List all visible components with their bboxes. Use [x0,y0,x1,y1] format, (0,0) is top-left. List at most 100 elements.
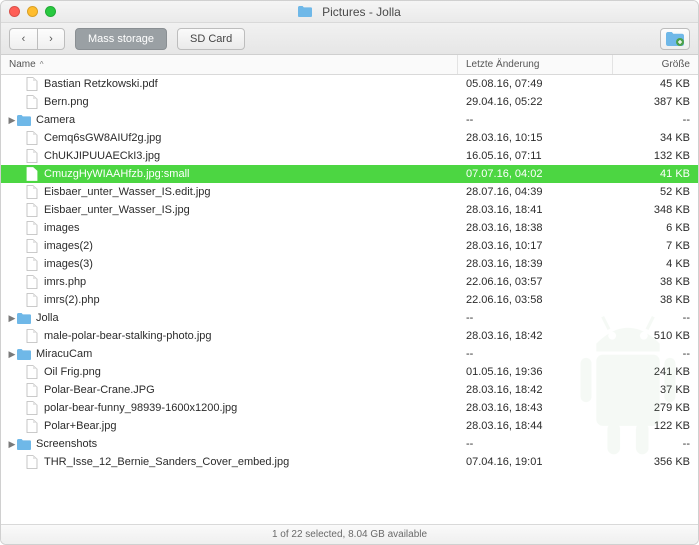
file-size: 348 KB [613,204,698,216]
disclosure-triangle-icon[interactable]: ▶ [7,439,17,450]
file-row[interactable]: Eisbaer_unter_Wasser_IS.jpg28.03.16, 18:… [1,201,698,219]
tab-sd-card[interactable]: SD Card [177,28,245,50]
file-icon [25,95,39,109]
file-row[interactable]: THR_Isse_12_Bernie_Sanders_Cover_embed.j… [1,453,698,471]
file-row[interactable]: ChUKJIPUUAECkI3.jpg16.05.16, 07:11132 KB [1,147,698,165]
file-row[interactable]: Bastian Retzkowski.pdf05.08.16, 07:4945 … [1,75,698,93]
file-size: -- [613,114,698,126]
file-row[interactable]: Polar+Bear.jpg28.03.16, 18:44122 KB [1,417,698,435]
file-name: imrs(2).php [44,294,100,306]
traffic-lights [9,6,56,17]
disclosure-triangle-icon[interactable]: ▶ [7,115,17,126]
file-icon [25,329,39,343]
forward-button[interactable]: › [37,28,65,50]
file-row[interactable]: Cemq6sGW8AIUf2g.jpg28.03.16, 10:1534 KB [1,129,698,147]
file-size: 52 KB [613,186,698,198]
file-row[interactable]: CmuzgHyWIAAHfzb.jpg:small 07.07.16, 04:02… [1,165,698,183]
file-name: CmuzgHyWIAAHfzb.jpg:small [44,168,189,180]
file-row[interactable]: imrs(2).php22.06.16, 03:5838 KB [1,291,698,309]
row-name-cell: ▶ Screenshots [1,437,458,451]
file-name: Camera [36,114,75,126]
folder-icon [298,5,312,19]
file-name: Jolla [36,312,59,324]
folder-row[interactable]: ▶Screenshots---- [1,435,698,453]
file-name: Bern.png [44,96,89,108]
file-row[interactable]: Eisbaer_unter_Wasser_IS.edit.jpg28.07.16… [1,183,698,201]
file-name: Polar+Bear.jpg [44,420,116,432]
file-icon [25,455,39,469]
minimize-window-button[interactable] [27,6,38,17]
file-date: 16.05.16, 07:11 [458,150,613,162]
row-name-cell: images [1,221,458,235]
file-row[interactable]: images(3) 28.03.16, 18:394 KB [1,255,698,273]
file-date: 28.03.16, 18:43 [458,402,613,414]
file-row[interactable]: imrs.php22.06.16, 03:5738 KB [1,273,698,291]
file-icon [25,401,39,415]
folder-icon [17,437,31,451]
file-name: images(3) [44,258,93,270]
column-header-size[interactable]: Größe [613,55,698,74]
file-name: MiracuCam [36,348,92,360]
file-icon [25,239,39,253]
file-size: 279 KB [613,402,698,414]
folder-add-icon [666,32,684,46]
close-window-button[interactable] [9,6,20,17]
file-icon [25,275,39,289]
folder-row[interactable]: ▶MiracuCam---- [1,345,698,363]
row-name-cell: Oil Frig.png [1,365,458,379]
column-header-name-label: Name [9,59,36,70]
disclosure-triangle-icon[interactable]: ▶ [7,349,17,360]
row-name-cell: Eisbaer_unter_Wasser_IS.edit.jpg [1,185,458,199]
file-date: 28.03.16, 18:39 [458,258,613,270]
row-name-cell: THR_Isse_12_Bernie_Sanders_Cover_embed.j… [1,455,458,469]
file-row[interactable]: images(2)28.03.16, 10:177 KB [1,237,698,255]
file-date: 28.03.16, 18:41 [458,204,613,216]
file-size: 241 KB [613,366,698,378]
file-list[interactable]: Bastian Retzkowski.pdf05.08.16, 07:4945 … [1,75,698,524]
file-row[interactable]: images28.03.16, 18:386 KB [1,219,698,237]
file-name: Polar-Bear-Crane.JPG [44,384,155,396]
row-name-cell: ▶ Jolla [1,311,458,325]
file-row[interactable]: polar-bear-funny_98939-1600x1200.jpg 28.0… [1,399,698,417]
file-date: -- [458,312,613,324]
file-date: -- [458,114,613,126]
file-name: polar-bear-funny_98939-1600x1200.jpg [44,402,237,414]
file-row[interactable]: Bern.png29.04.16, 05:22387 KB [1,93,698,111]
row-name-cell: Bastian Retzkowski.pdf [1,77,458,91]
column-header-name[interactable]: Name ^ [1,55,458,74]
folder-row[interactable]: ▶Jolla---- [1,309,698,327]
file-size: 38 KB [613,276,698,288]
file-size: 6 KB [613,222,698,234]
file-row[interactable]: Polar-Bear-Crane.JPG 28.03.16, 18:4237 KB [1,381,698,399]
column-header-size-label: Größe [662,59,690,70]
tab-mass-storage[interactable]: Mass storage [75,28,167,50]
file-date: 07.07.16, 04:02 [458,168,613,180]
file-date: 28.03.16, 18:44 [458,420,613,432]
file-row[interactable]: Oil Frig.png01.05.16, 19:36241 KB [1,363,698,381]
file-row[interactable]: male-polar-bear-stalking-photo.jpg28.03.… [1,327,698,345]
row-name-cell: ▶ MiracuCam [1,347,458,361]
back-button[interactable]: ‹ [9,28,37,50]
row-name-cell: ChUKJIPUUAECkI3.jpg [1,149,458,163]
status-text: 1 of 22 selected, 8.04 GB available [272,529,427,540]
file-date: 22.06.16, 03:58 [458,294,613,306]
file-size: 4 KB [613,258,698,270]
file-size: 34 KB [613,132,698,144]
file-size: 37 KB [613,384,698,396]
column-header-date[interactable]: Letzte Änderung [458,55,613,74]
file-name: Cemq6sGW8AIUf2g.jpg [44,132,161,144]
file-date: 07.04.16, 19:01 [458,456,613,468]
disclosure-triangle-icon[interactable]: ▶ [7,313,17,324]
file-name: Screenshots [36,438,97,450]
finder-window: Pictures - Jolla ‹ › Mass storage SD Car… [0,0,699,545]
file-date: -- [458,348,613,360]
row-name-cell: Polar-Bear-Crane.JPG [1,383,458,397]
row-name-cell: images(3) [1,257,458,271]
titlebar: Pictures - Jolla [1,1,698,23]
row-name-cell: imrs.php [1,275,458,289]
folder-row[interactable]: ▶ Camera ---- [1,111,698,129]
maximize-window-button[interactable] [45,6,56,17]
file-date: 28.03.16, 18:42 [458,384,613,396]
new-folder-button[interactable] [660,28,690,50]
column-headers: Name ^ Letzte Änderung Größe [1,55,698,75]
